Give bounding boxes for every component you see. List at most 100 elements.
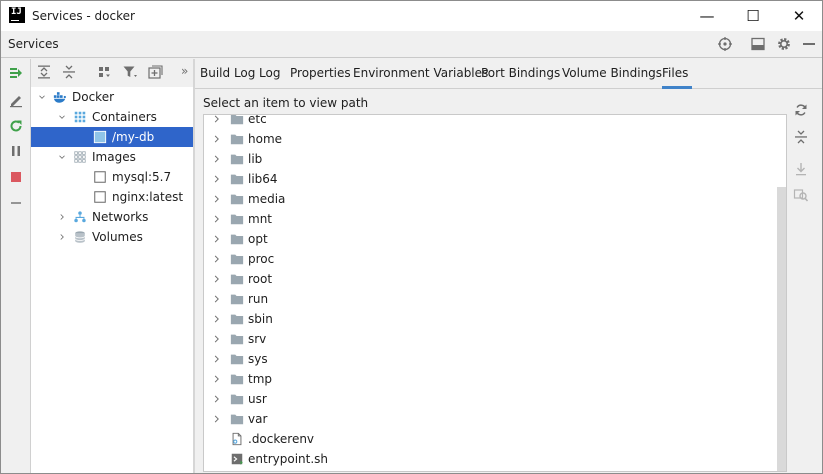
container-icon <box>93 130 107 144</box>
tab-files[interactable]: Files <box>662 59 693 89</box>
tab-build-log[interactable]: Build Log <box>200 59 255 89</box>
chevron-right-icon[interactable] <box>57 232 67 242</box>
file-entry[interactable]: run <box>204 289 776 309</box>
chevron-right-icon[interactable] <box>212 174 222 184</box>
chevron-right-icon[interactable] <box>212 114 222 124</box>
window-title: Services - docker <box>32 9 135 23</box>
collapse-all-icon[interactable] <box>61 64 77 80</box>
refresh-icon[interactable] <box>793 102 809 118</box>
download-icon[interactable] <box>793 161 809 177</box>
minimize-icon[interactable] <box>801 36 817 52</box>
folder-icon <box>230 414 244 425</box>
tree-item-label: Images <box>92 150 136 164</box>
add-service-icon[interactable] <box>147 64 163 80</box>
file-entry-label: media <box>248 192 286 206</box>
tree-item-nginx-latest[interactable]: nginx:latest <box>31 187 193 207</box>
files-scrollbar[interactable] <box>776 115 786 471</box>
folder-icon <box>230 394 244 405</box>
target-icon[interactable] <box>717 36 733 52</box>
tab-volume-bindings[interactable]: Volume Bindings <box>562 59 662 89</box>
stop-icon[interactable] <box>8 169 24 185</box>
folder-icon <box>230 254 244 265</box>
tree-item-my-db[interactable]: /my-db <box>31 127 193 147</box>
chevron-right-icon[interactable] <box>212 254 222 264</box>
chevron-right-icon[interactable] <box>212 154 222 164</box>
file-entry[interactable]: sbin <box>204 309 776 329</box>
close-window-button[interactable]: ✕ <box>776 1 822 31</box>
chevron-down-icon[interactable] <box>57 152 67 162</box>
tree-item-containers[interactable]: Containers <box>31 107 193 127</box>
file-entry-label: etc <box>248 114 267 126</box>
layout-icon[interactable] <box>750 36 766 52</box>
chevron-down-icon[interactable] <box>37 92 47 102</box>
tab-properties[interactable]: Properties <box>290 59 351 89</box>
chevron-down-icon[interactable] <box>57 112 67 122</box>
collapse-icon[interactable] <box>793 129 809 145</box>
tree-item-images[interactable]: Images <box>31 147 193 167</box>
minimize-window-button[interactable]: — <box>684 1 730 31</box>
file-entry[interactable]: etc <box>204 114 776 129</box>
file-entry[interactable]: sys <box>204 349 776 369</box>
edit-icon[interactable] <box>8 92 24 108</box>
tree-item-label: Containers <box>92 110 157 124</box>
chevron-right-icon[interactable] <box>212 134 222 144</box>
restart-icon[interactable] <box>8 118 24 134</box>
chevron-right-icon[interactable] <box>57 212 67 222</box>
folder-icon <box>230 334 244 345</box>
file-icon <box>232 432 242 446</box>
intellij-app-icon: IJ <box>9 7 25 23</box>
group-icon[interactable] <box>97 64 113 80</box>
chevron-right-icon[interactable] <box>212 374 222 384</box>
chevron-right-icon[interactable] <box>212 234 222 244</box>
files-scrollbar-thumb[interactable] <box>777 187 786 471</box>
tree-item-mysql-5-7[interactable]: mysql:5.7 <box>31 167 193 187</box>
file-entry[interactable]: tmp <box>204 369 776 389</box>
chevron-right-icon[interactable] <box>212 334 222 344</box>
file-entry[interactable]: home <box>204 129 776 149</box>
file-entry[interactable]: entrypoint.sh <box>204 449 776 469</box>
maximize-window-button[interactable]: ☐ <box>730 1 776 31</box>
tree-item-networks[interactable]: Networks <box>31 207 193 227</box>
chevron-right-icon[interactable] <box>212 414 222 424</box>
file-entry[interactable]: root <box>204 269 776 289</box>
chevron-right-icon[interactable] <box>212 274 222 284</box>
chevron-right-icon[interactable] <box>212 214 222 224</box>
files-tree: etc home lib lib64 media mnt opt proc root run sbi… <box>203 114 787 472</box>
filter-icon[interactable] <box>122 64 138 80</box>
folder-icon <box>230 134 244 145</box>
chevron-right-icon[interactable] <box>212 354 222 364</box>
file-entry[interactable]: lib64 <box>204 169 776 189</box>
file-entry-label: lib64 <box>248 172 278 186</box>
tree-item-docker[interactable]: Docker <box>31 87 193 107</box>
pane-splitter[interactable] <box>193 59 195 473</box>
file-entry[interactable]: .dockerenv <box>204 429 776 449</box>
pause-icon[interactable] <box>8 143 24 159</box>
remove-icon[interactable] <box>8 195 24 211</box>
file-entry[interactable]: media <box>204 189 776 209</box>
file-entry[interactable]: srv <box>204 329 776 349</box>
chevron-right-icon[interactable] <box>212 294 222 304</box>
file-entry[interactable]: usr <box>204 389 776 409</box>
file-entry[interactable]: proc <box>204 249 776 269</box>
deploy-icon[interactable] <box>8 65 24 81</box>
chevron-right-icon[interactable] <box>212 194 222 204</box>
tree-item-volumes[interactable]: Volumes <box>31 227 193 247</box>
file-entry-label: opt <box>248 232 268 246</box>
file-entry[interactable]: var <box>204 409 776 429</box>
file-entry[interactable]: lib <box>204 149 776 169</box>
expand-all-icon[interactable] <box>36 64 52 80</box>
detail-tabs: Build Log Log Properties Environment Variab… <box>195 59 822 89</box>
file-entry[interactable]: opt <box>204 229 776 249</box>
tab-port-bindings[interactable]: Port Bindings <box>481 59 560 89</box>
file-entry[interactable]: mnt <box>204 209 776 229</box>
find-icon[interactable] <box>793 187 809 203</box>
file-entry-label: mnt <box>248 212 272 226</box>
chevron-right-icon[interactable] <box>212 394 222 404</box>
tree-item-label: /my-db <box>112 130 155 144</box>
tab-environment-variables[interactable]: Environment Variables <box>353 59 488 89</box>
tab-log[interactable]: Log <box>259 59 280 89</box>
chevron-right-icon[interactable] <box>212 314 222 324</box>
gear-icon[interactable] <box>776 36 792 52</box>
image-icon <box>94 171 106 183</box>
more-toolbar-actions[interactable]: » <box>181 64 188 78</box>
